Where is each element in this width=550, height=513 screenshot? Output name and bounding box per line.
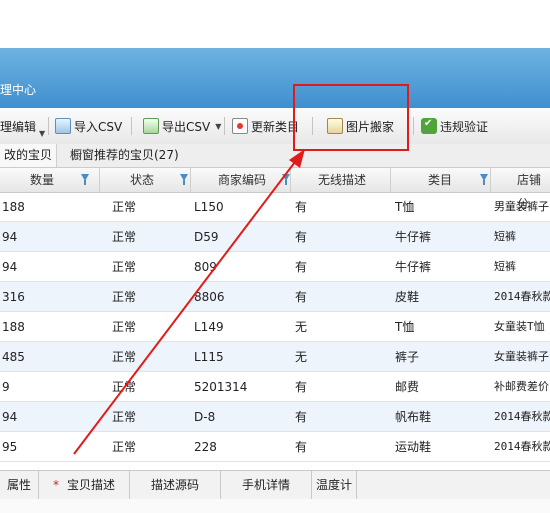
annotation-arrow-line bbox=[73, 157, 299, 455]
annotation-arrow bbox=[73, 149, 305, 455]
